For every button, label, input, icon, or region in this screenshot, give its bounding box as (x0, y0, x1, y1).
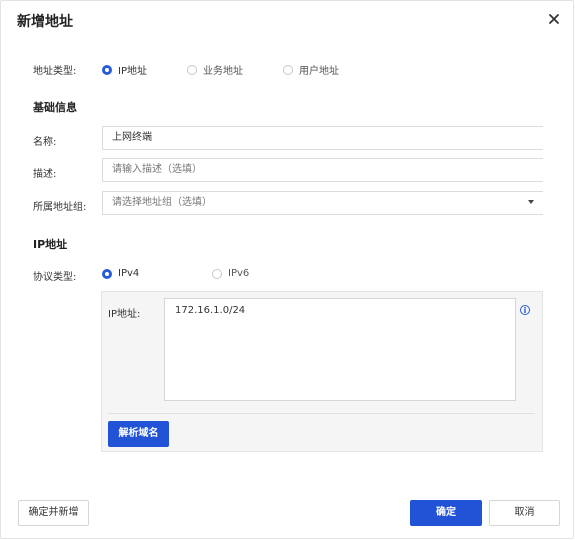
ip-textarea[interactable]: 172.16.1.0/24 (164, 298, 516, 401)
confirm-and-add-button[interactable]: 确定并新增 (18, 500, 89, 526)
close-icon[interactable] (545, 10, 563, 28)
radio-ipv6[interactable]: IPv6 (212, 268, 249, 279)
info-icon[interactable]: i (520, 305, 530, 315)
radio-ipv4[interactable]: IPv4 (102, 268, 139, 279)
name-input[interactable]: 上网终端 (102, 126, 543, 150)
radio-unselected-icon (212, 268, 222, 279)
radio-selected-icon (102, 268, 112, 279)
radio-label: 业务地址 (203, 66, 243, 77)
radio-unselected-icon (283, 64, 293, 75)
radio-business-address[interactable]: 业务地址 (187, 62, 243, 77)
radio-unselected-icon (187, 64, 197, 75)
ip-address-heading: IP地址 (33, 238, 68, 251)
radio-label: IP地址 (118, 66, 147, 77)
radio-label: 用户地址 (299, 66, 339, 77)
dialog-title: 新增地址 (17, 14, 73, 30)
resolve-domain-button[interactable]: 解析域名 (108, 421, 169, 447)
basic-info-heading: 基础信息 (33, 101, 77, 114)
ip-label: IP地址: (108, 309, 141, 320)
radio-label: IPv6 (228, 268, 250, 279)
radio-user-address[interactable]: 用户地址 (283, 62, 339, 77)
add-address-dialog: 新增地址 地址类型: IP地址 业务地址 用户地址 基础信息 名称: 上网终端 … (0, 0, 574, 539)
radio-label: IPv4 (118, 268, 140, 279)
name-label: 名称: (33, 137, 57, 148)
address-group-select[interactable]: 请选择地址组（选填） (102, 191, 543, 215)
chevron-down-icon[interactable] (528, 200, 534, 204)
protocol-type-label: 协议类型: (33, 272, 77, 283)
radio-selected-icon (102, 64, 112, 75)
ok-button[interactable]: 确定 (410, 500, 482, 526)
radio-ip-address[interactable]: IP地址 (102, 62, 147, 77)
address-type-label: 地址类型: (33, 66, 77, 77)
cancel-button[interactable]: 取消 (489, 500, 560, 526)
address-group-label: 所属地址组: (33, 202, 87, 213)
divider (108, 413, 535, 414)
description-label: 描述: (33, 169, 57, 180)
description-input[interactable]: 请输入描述（选填） (102, 158, 543, 182)
